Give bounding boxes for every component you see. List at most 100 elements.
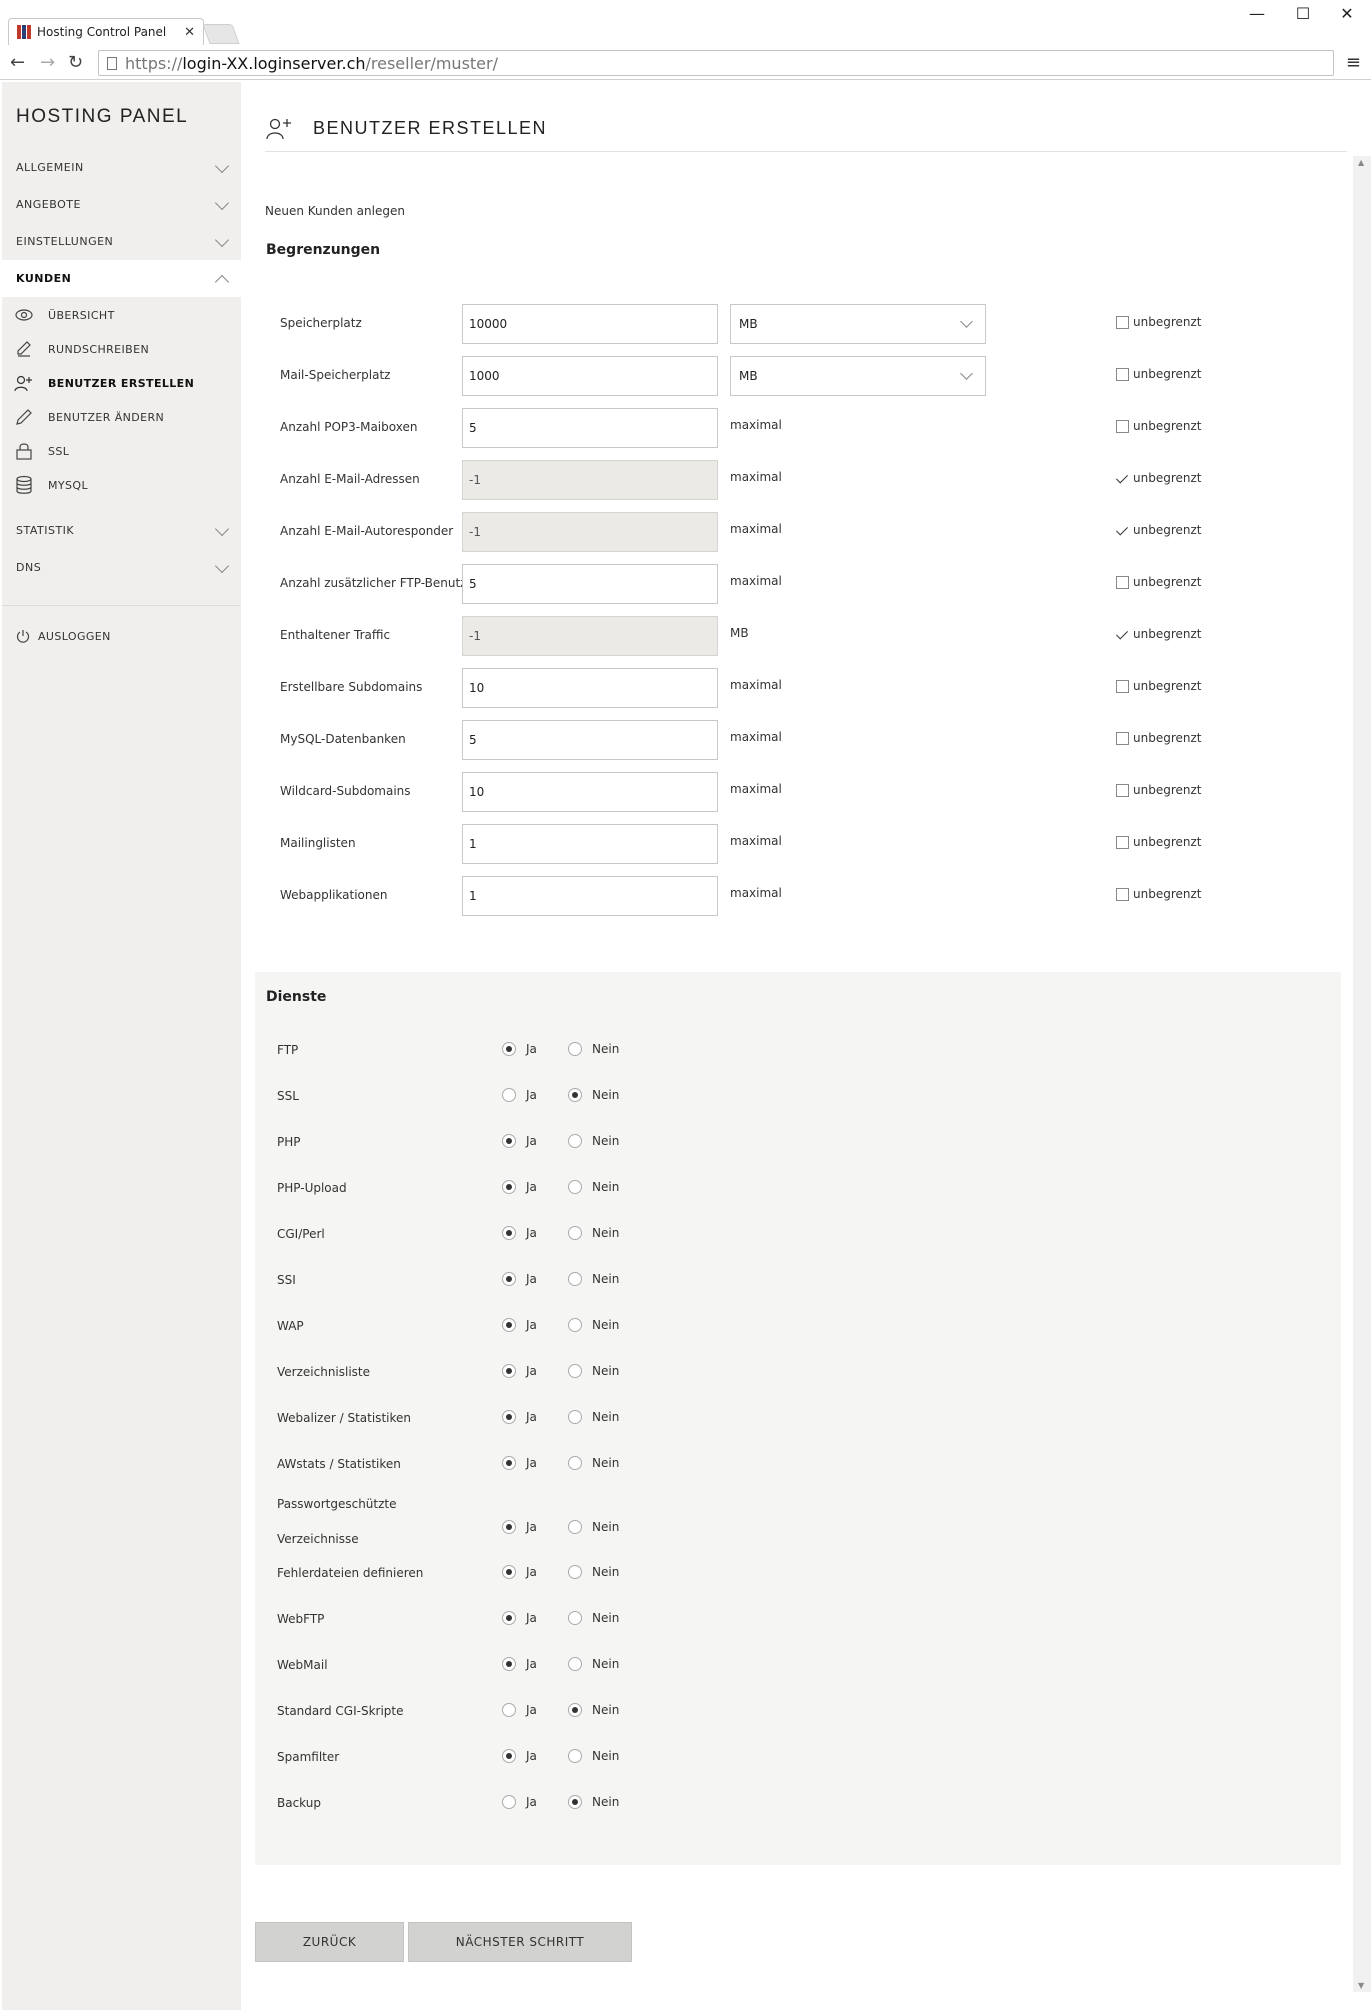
radio-nein[interactable]: Nein [568, 1088, 619, 1102]
unlimited-checkbox[interactable]: unbegrenzt [1116, 367, 1202, 381]
limit-value-input[interactable] [462, 564, 718, 604]
radio-button[interactable] [568, 1318, 582, 1332]
unlimited-checkbox[interactable]: unbegrenzt [1116, 575, 1202, 589]
scroll-down-icon[interactable]: ▼ [1358, 1981, 1364, 1990]
tab-close-icon[interactable]: ✕ [184, 25, 195, 40]
address-bar[interactable]: https://login-XX.loginserver.ch/reseller… [98, 50, 1334, 76]
unlimited-checkbox[interactable]: unbegrenzt [1116, 471, 1202, 485]
checkmark-icon[interactable] [1116, 523, 1129, 537]
sidebar-section-allgemein[interactable]: ALLGEMEIN [2, 149, 241, 186]
limit-value-input[interactable] [462, 408, 718, 448]
radio-button[interactable] [502, 1088, 516, 1102]
sidebar-item-rundschreiben[interactable]: RUNDSCHREIBEN [2, 332, 241, 366]
radio-nein[interactable]: Nein [568, 1226, 619, 1240]
radio-ja[interactable]: Ja [502, 1456, 537, 1470]
unlimited-checkbox[interactable]: unbegrenzt [1116, 783, 1202, 797]
radio-button[interactable] [568, 1042, 582, 1056]
limit-value-input[interactable] [462, 512, 718, 552]
radio-nein[interactable]: Nein [568, 1180, 619, 1194]
scroll-up-icon[interactable]: ▲ [1358, 158, 1364, 167]
checkbox-box[interactable] [1116, 367, 1129, 381]
radio-ja[interactable]: Ja [502, 1226, 537, 1240]
limit-value-input[interactable] [462, 668, 718, 708]
sidebar-item-ssl[interactable]: SSL [2, 434, 241, 468]
radio-ja[interactable]: Ja [502, 1180, 537, 1194]
radio-button[interactable] [502, 1657, 516, 1671]
window-close-icon[interactable]: ✕ [1324, 4, 1370, 23]
radio-nein[interactable]: Nein [568, 1611, 619, 1625]
browser-menu-icon[interactable]: ≡ [1346, 52, 1361, 73]
radio-nein[interactable]: Nein [568, 1456, 619, 1470]
radio-button[interactable] [568, 1611, 582, 1625]
limit-value-input[interactable] [462, 460, 718, 500]
radio-nein[interactable]: Nein [568, 1657, 619, 1671]
radio-button[interactable] [568, 1456, 582, 1470]
sidebar-item-uebersicht[interactable]: ÜBERSICHT [2, 298, 241, 332]
radio-button[interactable] [568, 1657, 582, 1671]
radio-ja[interactable]: Ja [502, 1611, 537, 1625]
radio-button[interactable] [568, 1226, 582, 1240]
unlimited-checkbox[interactable]: unbegrenzt [1116, 835, 1202, 849]
radio-button[interactable] [502, 1703, 516, 1717]
checkbox-box[interactable] [1116, 887, 1129, 901]
radio-ja[interactable]: Ja [502, 1565, 537, 1579]
radio-nein[interactable]: Nein [568, 1042, 619, 1056]
radio-button[interactable] [502, 1134, 516, 1148]
checkmark-icon[interactable] [1116, 627, 1129, 641]
unlimited-checkbox[interactable]: unbegrenzt [1116, 887, 1202, 901]
limit-value-input[interactable] [462, 616, 718, 656]
radio-button[interactable] [502, 1795, 516, 1809]
sidebar-section-dns[interactable]: DNS [2, 549, 241, 586]
sidebar-item-benutzer-erstellen[interactable]: BENUTZER ERSTELLEN [2, 366, 241, 400]
maximize-icon[interactable]: ☐ [1280, 4, 1326, 23]
radio-button[interactable] [568, 1364, 582, 1378]
radio-button[interactable] [568, 1703, 582, 1717]
radio-nein[interactable]: Nein [568, 1134, 619, 1148]
unlimited-checkbox[interactable]: unbegrenzt [1116, 315, 1202, 329]
radio-button[interactable] [502, 1364, 516, 1378]
radio-nein[interactable]: Nein [568, 1410, 619, 1424]
radio-nein[interactable]: Nein [568, 1795, 619, 1809]
radio-button[interactable] [502, 1611, 516, 1625]
radio-nein[interactable]: Nein [568, 1749, 619, 1763]
radio-button[interactable] [568, 1520, 582, 1534]
radio-button[interactable] [568, 1088, 582, 1102]
radio-button[interactable] [568, 1410, 582, 1424]
radio-ja[interactable]: Ja [502, 1318, 537, 1332]
unit-select[interactable]: MB [730, 356, 986, 396]
radio-button[interactable] [568, 1565, 582, 1579]
sidebar-section-kunden[interactable]: KUNDEN [2, 260, 241, 297]
radio-button[interactable] [502, 1456, 516, 1470]
sidebar-section-statistik[interactable]: STATISTIK [2, 512, 241, 549]
radio-button[interactable] [568, 1180, 582, 1194]
limit-value-input[interactable] [462, 824, 718, 864]
radio-nein[interactable]: Nein [568, 1364, 619, 1378]
radio-button[interactable] [502, 1318, 516, 1332]
sidebar-item-benutzer-aendern[interactable]: BENUTZER ÄNDERN [2, 400, 241, 434]
radio-button[interactable] [568, 1272, 582, 1286]
radio-ja[interactable]: Ja [502, 1042, 537, 1056]
checkbox-box[interactable] [1116, 575, 1129, 589]
radio-nein[interactable]: Nein [568, 1272, 619, 1286]
limit-value-input[interactable] [462, 772, 718, 812]
unlimited-checkbox[interactable]: unbegrenzt [1116, 523, 1202, 537]
unlimited-checkbox[interactable]: unbegrenzt [1116, 679, 1202, 693]
back-icon[interactable]: ← [10, 52, 25, 73]
unlimited-checkbox[interactable]: unbegrenzt [1116, 419, 1202, 433]
radio-ja[interactable]: Ja [502, 1088, 537, 1102]
radio-button[interactable] [502, 1180, 516, 1194]
radio-nein[interactable]: Nein [568, 1565, 619, 1579]
radio-button[interactable] [502, 1520, 516, 1534]
unit-select[interactable]: MB [730, 304, 986, 344]
new-tab-button[interactable] [202, 24, 240, 44]
radio-ja[interactable]: Ja [502, 1410, 537, 1424]
limit-value-input[interactable] [462, 876, 718, 916]
checkbox-box[interactable] [1116, 783, 1129, 797]
radio-ja[interactable]: Ja [502, 1703, 537, 1717]
radio-button[interactable] [502, 1272, 516, 1286]
limit-value-input[interactable] [462, 356, 718, 396]
sidebar-section-angebote[interactable]: ANGEBOTE [2, 186, 241, 223]
radio-button[interactable] [568, 1749, 582, 1763]
back-button[interactable]: ZURÜCK [255, 1922, 404, 1962]
radio-ja[interactable]: Ja [502, 1272, 537, 1286]
